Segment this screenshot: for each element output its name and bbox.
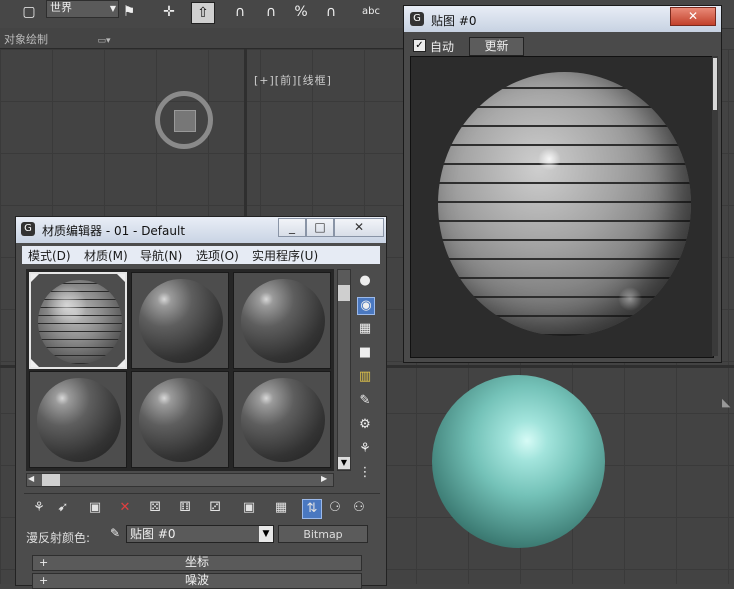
viewcube-icon[interactable]: ◣ <box>722 396 734 410</box>
angle-snap-icon[interactable]: ∩ <box>260 2 282 22</box>
select-and-manipulate-icon[interactable]: ⇧ <box>191 2 215 24</box>
make-unique-icon[interactable]: ⚄ <box>146 499 164 517</box>
map-window-titlebar[interactable]: G 贴图 #0 ✕ <box>404 6 721 32</box>
spell-check-icon[interactable]: abc <box>360 2 382 22</box>
sample-slot[interactable] <box>131 371 229 468</box>
sample-sphere <box>241 279 325 363</box>
update-button[interactable]: 更新 <box>469 37 524 56</box>
auto-checkbox[interactable]: ✓ <box>413 39 426 52</box>
get-material-icon[interactable]: ⚘ <box>30 499 48 517</box>
select-by-material-icon[interactable]: ⚘ <box>357 441 373 457</box>
make-preview-icon[interactable]: ✎ <box>357 393 373 409</box>
slot-corner <box>31 359 39 367</box>
show-end-result-icon[interactable]: ▦ <box>272 499 290 517</box>
sample-slot[interactable] <box>233 272 331 369</box>
object-paint-label[interactable]: 对象绘制 ▭▾ <box>4 31 111 47</box>
coord-system-value: 世界 <box>50 1 72 14</box>
percent-snap-icon[interactable]: % <box>290 2 312 22</box>
material-editor-title: 材质编辑器 - 01 - Default <box>42 224 186 238</box>
menu-navigation[interactable]: 导航(N) <box>140 247 182 264</box>
app-logo-icon: G <box>410 12 424 26</box>
map-window-title: 贴图 #0 <box>431 14 477 28</box>
put-to-library-icon[interactable]: ⚅ <box>176 499 194 517</box>
assign-material-icon[interactable]: ▣ <box>86 499 104 517</box>
spinner-snap-icon[interactable]: ∩ <box>320 2 342 22</box>
map-name-value: 贴图 #0 <box>130 527 176 541</box>
sample-slot[interactable] <box>233 371 331 468</box>
go-forward-sibling-icon[interactable]: ⚆ <box>326 499 344 517</box>
auto-label: 自动 <box>430 40 455 54</box>
rollout-coordinates-label: 坐标 <box>184 555 209 569</box>
sample-sphere <box>139 378 223 462</box>
eyedropper-icon[interactable]: ✎ <box>110 526 124 540</box>
menu-options[interactable]: 选项(O) <box>196 247 239 264</box>
sample-sphere <box>37 378 121 462</box>
map-preview-scroll-thumb[interactable] <box>713 58 717 110</box>
select-object-icon[interactable]: ▢ <box>18 2 40 22</box>
chevron-down-icon: ▼ <box>109 4 116 13</box>
slot-corner <box>31 274 39 282</box>
slot-corner <box>117 274 125 282</box>
slot-corner <box>117 359 125 367</box>
close-button[interactable]: ✕ <box>334 218 384 237</box>
maximize-button[interactable]: □ <box>306 218 334 237</box>
object-paint-text: 对象绘制 <box>4 33 48 46</box>
minimize-button[interactable]: _ <box>278 218 306 237</box>
backlight-icon[interactable]: ◉ <box>357 297 375 315</box>
options-icon[interactable]: ⚙ <box>357 417 373 433</box>
scroll-right-icon[interactable]: ▶ <box>321 474 327 483</box>
video-color-check-icon[interactable]: ▥ <box>357 369 373 385</box>
rollout-noise[interactable]: + 噪波 <box>32 573 362 589</box>
move-icon[interactable]: ✛ <box>158 2 180 22</box>
scroll-left-icon[interactable]: ◀ <box>28 474 34 483</box>
brick-preview-sphere <box>438 72 691 336</box>
coord-system-select[interactable]: 世界 ▼ <box>46 0 119 18</box>
menu-mode[interactable]: 模式(D) <box>28 247 71 264</box>
material-id-icon[interactable]: ⚂ <box>206 499 224 517</box>
material-editor-menubar: 模式(D) 材质(M) 导航(N) 选项(O) 实用程序(U) <box>22 246 380 264</box>
pick-material-icon[interactable]: ⚇ <box>350 499 368 517</box>
map-name-select[interactable]: 贴图 #0 ▼ <box>126 525 274 543</box>
material-editor-window: G 材质编辑器 - 01 - Default _ □ ✕ 模式(D) 材质(M)… <box>15 216 387 589</box>
go-to-parent-icon[interactable]: ⇅ <box>302 499 322 519</box>
teal-sphere-object[interactable] <box>432 375 605 548</box>
material-editor-titlebar[interactable]: G 材质编辑器 - 01 - Default _ □ ✕ <box>16 217 386 243</box>
sample-type-icon[interactable]: ● <box>357 273 373 289</box>
menu-material[interactable]: 材质(M) <box>84 247 128 264</box>
sample-slots-grid <box>26 269 334 471</box>
menu-utilities[interactable]: 实用程序(U) <box>252 247 318 264</box>
scroll-down-icon[interactable]: ▼ <box>338 457 350 469</box>
reset-map-icon[interactable]: ✕ <box>116 499 134 517</box>
material-map-navigator-icon[interactable]: ⋮ <box>357 465 373 481</box>
dropdown-icon[interactable]: ▭▾ <box>98 36 111 46</box>
rollout-noise-label: 噪波 <box>184 573 209 587</box>
slots-vertical-scroll-thumb[interactable] <box>338 285 350 301</box>
map-preview-window: G 贴图 #0 ✕ ✓ 自动 更新 <box>403 5 722 363</box>
expand-plus-icon: + <box>39 556 49 569</box>
named-selection-icon[interactable]: ⚑ <box>118 2 140 22</box>
app-logo-icon: G <box>21 222 35 236</box>
show-in-viewport-icon[interactable]: ▣ <box>240 499 258 517</box>
sample-slot[interactable] <box>131 272 229 369</box>
rollout-coordinates[interactable]: + 坐标 <box>32 555 362 571</box>
slots-horizontal-scroll-thumb[interactable] <box>42 474 60 486</box>
background-checker-icon[interactable]: ▦ <box>357 321 373 337</box>
diffuse-color-label: 漫反射颜色: <box>26 531 91 545</box>
viewport-gizmo-core <box>174 110 196 132</box>
close-button[interactable]: ✕ <box>670 7 716 26</box>
sample-slot[interactable] <box>29 272 127 369</box>
slots-horizontal-scrollbar[interactable] <box>26 473 334 487</box>
brick-sample-sphere <box>38 280 122 364</box>
expand-plus-icon: + <box>39 574 49 587</box>
sample-sphere <box>139 279 223 363</box>
chevron-down-icon: ▼ <box>259 526 273 542</box>
uv-tiling-icon[interactable]: ■ <box>357 345 373 361</box>
sample-slot[interactable] <box>29 371 127 468</box>
map-type-button[interactable]: Bitmap <box>278 525 368 543</box>
viewport-label[interactable]: [+][前][线框] <box>254 72 332 88</box>
put-to-scene-icon[interactable]: ➹ <box>54 499 72 517</box>
snap-toggle-icon[interactable]: ∩ <box>229 2 251 22</box>
sample-sphere <box>241 378 325 462</box>
toolbar-separator <box>24 493 380 494</box>
